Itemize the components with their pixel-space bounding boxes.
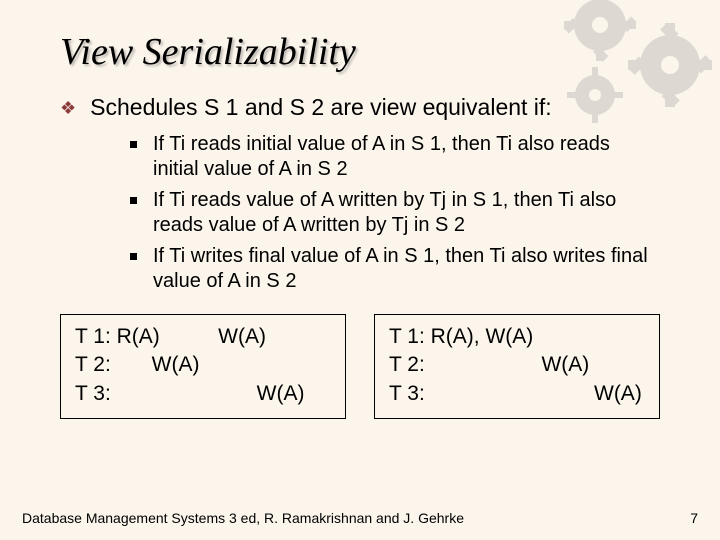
page-number: 7 xyxy=(690,510,698,526)
schedule-row: T 3: W(A) xyxy=(389,380,645,408)
slide-body: View Serializability ❖ Schedules S 1 and… xyxy=(0,0,720,540)
schedule-row: T 1: R(A) W(A) xyxy=(75,323,331,351)
condition-item: If Ti writes final value of A in S 1, th… xyxy=(130,244,660,294)
footer-text: Database Management Systems 3 ed, R. Ram… xyxy=(22,510,464,526)
square-bullet-icon xyxy=(130,253,137,260)
condition-text: If Ti writes final value of A in S 1, th… xyxy=(153,244,660,294)
slide-title: View Serializability xyxy=(60,30,660,74)
intro-line: ❖ Schedules S 1 and S 2 are view equival… xyxy=(60,94,660,122)
schedule-row: T 2: W(A) xyxy=(75,351,331,379)
schedule-right-box: T 1: R(A), W(A) T 2: W(A) T 3: W(A) xyxy=(374,314,660,419)
condition-item: If Ti reads initial value of A in S 1, t… xyxy=(130,132,660,182)
schedule-row: T 3: W(A) xyxy=(75,380,331,408)
square-bullet-icon xyxy=(130,197,137,204)
schedule-left-box: T 1: R(A) W(A) T 2: W(A) T 3: W(A) xyxy=(60,314,346,419)
schedule-row: T 2: W(A) xyxy=(389,351,645,379)
slide-footer: Database Management Systems 3 ed, R. Ram… xyxy=(22,510,698,526)
schedule-boxes: T 1: R(A) W(A) T 2: W(A) T 3: W(A) T 1: … xyxy=(60,314,660,419)
square-bullet-icon xyxy=(130,141,137,148)
intro-text: Schedules S 1 and S 2 are view equivalen… xyxy=(90,94,552,121)
diamond-bullet-icon: ❖ xyxy=(60,94,76,122)
condition-text: If Ti reads initial value of A in S 1, t… xyxy=(153,132,660,182)
condition-list: If Ti reads initial value of A in S 1, t… xyxy=(130,132,660,294)
condition-text: If Ti reads value of A written by Tj in … xyxy=(153,188,660,238)
condition-item: If Ti reads value of A written by Tj in … xyxy=(130,188,660,238)
schedule-row: T 1: R(A), W(A) xyxy=(389,323,645,351)
